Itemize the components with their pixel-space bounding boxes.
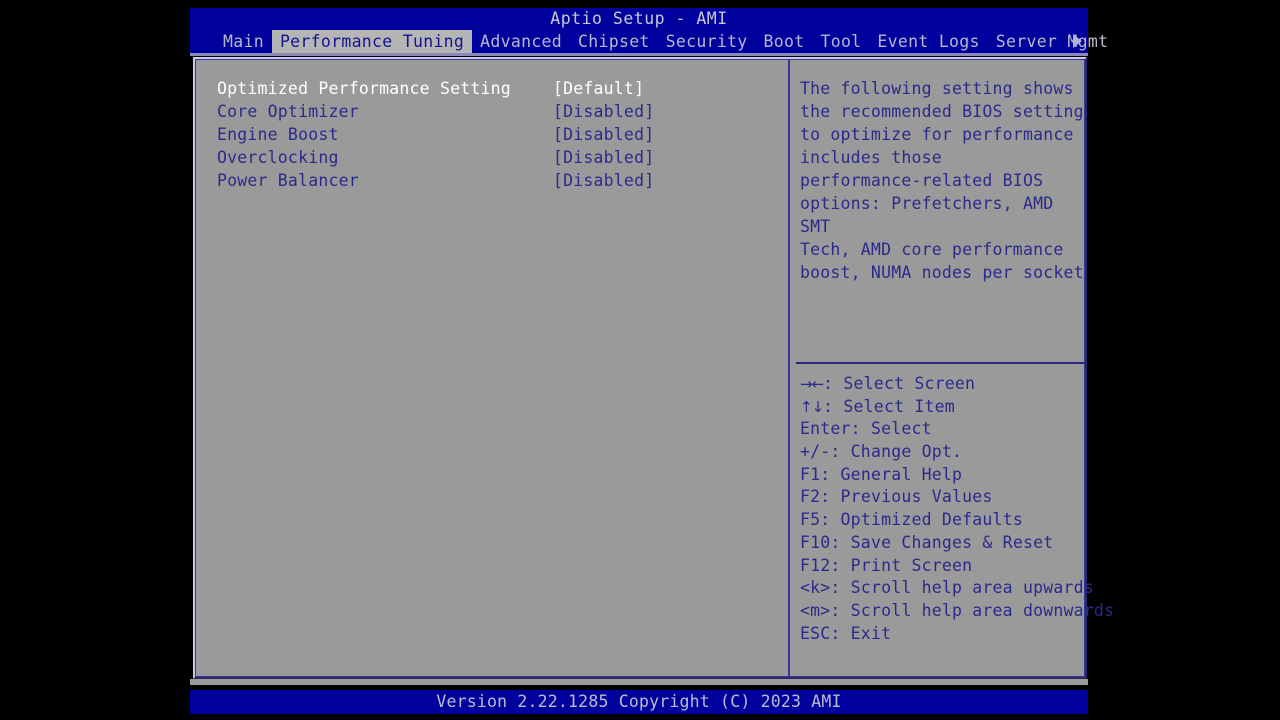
shortcut-text: : Exit xyxy=(830,623,892,643)
setting-row[interactable]: Power Balancer [Disabled] xyxy=(196,169,788,192)
shortcut-key: ESC xyxy=(800,623,831,643)
tab-main[interactable]: Main xyxy=(215,30,272,53)
arrow-keys-icon: ↑↓ xyxy=(800,397,824,416)
shortcut-text: : Change Opt. xyxy=(830,442,963,462)
tab-event-logs[interactable]: Event Logs xyxy=(869,30,987,53)
content-frame: Optimized Performance Setting [Default] Co… xyxy=(193,57,1114,679)
tab-security[interactable]: Security xyxy=(658,30,756,53)
shortcut-row: ESC: Exit xyxy=(800,623,1100,646)
bios-canvas: Aptio Setup - AMI Main Performance Tuning… xyxy=(190,0,1114,716)
shortcut-row: <m>: Scroll help area downwards xyxy=(800,600,1114,623)
menu-bar-underline xyxy=(190,53,1088,56)
menu-bar-items: Main Performance Tuning Advanced Chipset Sec… xyxy=(215,30,1116,53)
shortcut-text: : Scroll help area downwards xyxy=(830,600,1115,620)
shortcut-key: F2 xyxy=(800,487,821,507)
setting-value[interactable]: [Disabled] xyxy=(553,100,654,123)
bios-screen: Aptio Setup - AMI Main Performance Tuning… xyxy=(0,0,1280,720)
tab-server-mgmt[interactable]: Server Mgmt xyxy=(988,30,1117,53)
setting-label: Core Optimizer xyxy=(217,102,359,121)
arrow-keys-icon: →← xyxy=(800,375,824,393)
footer-version: Version 2.22.1285 Copyright (C) 2023 AMI xyxy=(190,690,1088,714)
shortcut-row: +/-: Change Opt. xyxy=(800,441,1100,464)
shortcut-text: : Print Screen xyxy=(830,555,973,575)
setting-value[interactable]: [Disabled] xyxy=(553,123,654,146)
setting-row[interactable]: Engine Boost [Disabled] xyxy=(196,123,788,146)
help-pane: The following setting shows the recommen… xyxy=(790,60,1114,676)
shortcut-text: : Save Changes & Reset xyxy=(830,532,1054,552)
setting-label: Power Balancer xyxy=(217,171,359,190)
tab-boot[interactable]: Boot xyxy=(756,30,813,53)
shortcut-row: F2: Previous Values xyxy=(800,486,1100,509)
window-title: Aptio Setup - AMI xyxy=(190,8,1088,30)
shortcut-row: Enter: Select xyxy=(800,418,1100,441)
setting-row[interactable]: Core Optimizer [Disabled] xyxy=(196,100,788,123)
shortcut-key: F12 xyxy=(800,555,831,575)
shortcut-text: : Select xyxy=(850,419,932,439)
shortcut-row: →←: Select Screen xyxy=(800,373,1100,396)
shortcut-key: F1 xyxy=(800,464,821,484)
tab-performance-tuning[interactable]: Performance Tuning xyxy=(271,30,473,53)
tab-tool[interactable]: Tool xyxy=(812,30,869,53)
shortcut-key: F5 xyxy=(800,510,821,530)
shortcut-key: <m> xyxy=(800,600,831,620)
setting-label: Engine Boost xyxy=(217,125,339,144)
shortcut-key: F10 xyxy=(800,532,831,552)
shortcut-row: F10: Save Changes & Reset xyxy=(800,532,1100,555)
shortcut-row: ↑↓: Select Item xyxy=(800,396,1100,419)
shortcut-text: : Select Screen xyxy=(823,374,976,393)
shortcut-row: F5: Optimized Defaults xyxy=(800,509,1100,532)
setting-label: Overclocking xyxy=(217,148,339,167)
shortcut-text: : Previous Values xyxy=(820,487,993,507)
shortcuts-list: →←: Select Screen ↑↓: Select Item Enter: S… xyxy=(800,373,1114,646)
setting-value[interactable]: [Disabled] xyxy=(553,169,654,192)
setting-label: Optimized Performance Setting xyxy=(217,79,511,98)
tab-advanced[interactable]: Advanced xyxy=(472,30,570,53)
shortcut-row: F1: General Help xyxy=(800,464,1100,487)
shortcut-row: F12: Print Screen xyxy=(800,555,1100,578)
help-description: The following setting shows the recommen… xyxy=(800,79,1084,282)
footer-top-strip xyxy=(190,679,1088,685)
settings-list: Optimized Performance Setting [Default] Co… xyxy=(196,77,788,192)
shortcut-row: <k>: Scroll help area upwards xyxy=(800,577,1100,600)
help-separator xyxy=(796,362,1086,364)
setting-row[interactable]: Optimized Performance Setting [Default] xyxy=(196,77,788,100)
setting-value[interactable]: [Default] xyxy=(553,77,644,100)
shortcut-key: Enter xyxy=(800,419,851,439)
menu-bar: Main Performance Tuning Advanced Chipset Sec… xyxy=(190,30,1108,53)
shortcut-text: : General Help xyxy=(820,464,963,484)
setting-row[interactable]: Overclocking [Disabled] xyxy=(196,146,788,169)
shortcut-text: : Select Item xyxy=(823,396,955,416)
triangle-right-icon[interactable] xyxy=(1073,34,1082,48)
setting-value[interactable]: [Disabled] xyxy=(553,146,654,169)
shortcut-text: : Optimized Defaults xyxy=(820,510,1023,530)
content-frame-inner: Optimized Performance Setting [Default] Co… xyxy=(195,59,1114,677)
shortcut-key: +/- xyxy=(800,442,831,462)
shortcut-text: : Scroll help area upwards xyxy=(830,578,1094,598)
tab-chipset[interactable]: Chipset xyxy=(570,30,658,53)
settings-pane: Optimized Performance Setting [Default] Co… xyxy=(196,60,788,676)
shortcut-key: <k> xyxy=(800,578,831,598)
